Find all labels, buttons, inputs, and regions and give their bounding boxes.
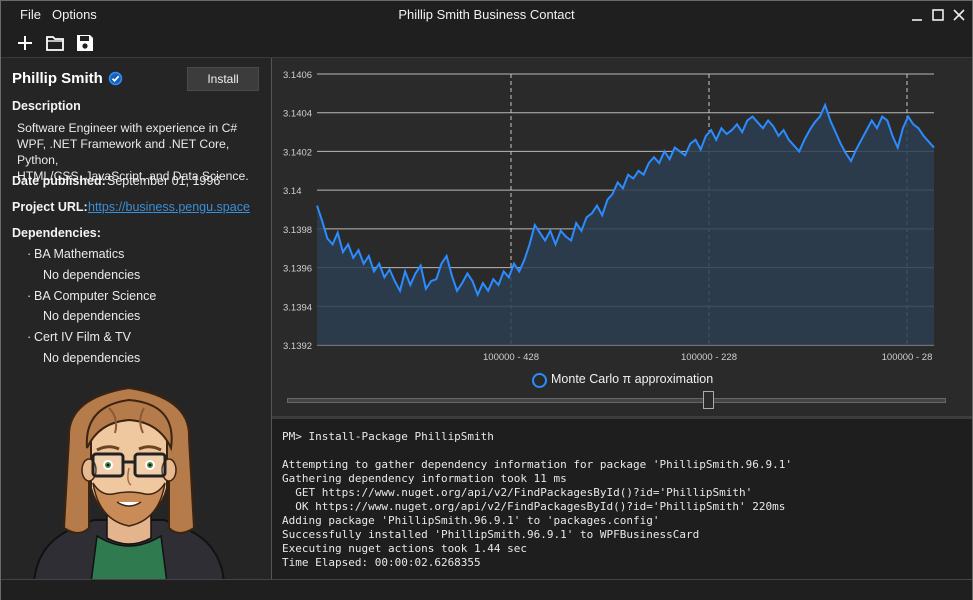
dependency-bullet: · bbox=[27, 330, 32, 344]
save-icon[interactable] bbox=[74, 32, 96, 54]
dependency-detail: No dependencies bbox=[43, 268, 141, 282]
description-line: WPF, .NET Framework and .NET Core, Pytho… bbox=[17, 137, 230, 167]
main-window: File Options Phillip Smith Business Cont… bbox=[0, 0, 973, 600]
package-manager-console[interactable]: PM> Install-Package PhillipSmith Attempt… bbox=[272, 419, 972, 579]
project-url-link[interactable]: https://business.pengu.space bbox=[88, 200, 250, 214]
dependency-bullet: · bbox=[27, 247, 32, 261]
profile-panel: Phillip Smith Install Description Softwa… bbox=[1, 58, 272, 579]
avatar bbox=[33, 386, 225, 579]
dependencies-label: Dependencies: bbox=[12, 226, 101, 240]
dependency-detail: No dependencies bbox=[43, 351, 141, 365]
status-bar bbox=[1, 579, 972, 600]
legend-marker bbox=[532, 373, 547, 388]
plus-icon[interactable] bbox=[14, 32, 36, 54]
dependency-detail: No dependencies bbox=[43, 309, 141, 323]
date-value: September 01, 1996 bbox=[107, 174, 221, 188]
description-label: Description bbox=[12, 99, 81, 113]
url-label: Project URL: bbox=[12, 200, 88, 214]
dependency-bullet: · bbox=[27, 289, 32, 303]
console-line: Time Elapsed: 00:00:02.6268355 bbox=[282, 556, 481, 569]
date-label: Date published: bbox=[12, 174, 106, 188]
console-line: GET https://www.nuget.org/api/v2/FindPac… bbox=[282, 486, 753, 499]
chart-panel bbox=[272, 58, 972, 416]
maximize-icon[interactable] bbox=[927, 5, 949, 25]
verified-icon bbox=[108, 71, 123, 86]
console-line: Attempting to gather dependency informat… bbox=[282, 458, 792, 471]
minimize-icon[interactable] bbox=[906, 5, 928, 25]
console-line: Successfully installed 'PhillipSmith.96.… bbox=[282, 528, 700, 541]
menu-options[interactable]: Options bbox=[52, 7, 97, 22]
folder-icon[interactable] bbox=[44, 32, 66, 54]
console-line: PM> Install-Package PhillipSmith bbox=[282, 430, 494, 443]
toolbar bbox=[1, 29, 972, 58]
title-bar: File Options Phillip Smith Business Cont… bbox=[1, 1, 972, 29]
dependency-name: BA Computer Science bbox=[34, 289, 157, 303]
console-line: Gathering dependency information took 11… bbox=[282, 472, 567, 485]
menu-file[interactable]: File bbox=[20, 7, 41, 22]
description-line: Software Engineer with experience in C# bbox=[17, 121, 238, 135]
install-button[interactable]: Install bbox=[187, 67, 259, 91]
dependency-name: Cert IV Film & TV bbox=[34, 330, 132, 344]
chart-slider-track[interactable] bbox=[287, 398, 946, 403]
dependency-name: BA Mathematics bbox=[34, 247, 125, 261]
profile-name: Phillip Smith bbox=[12, 70, 103, 87]
window-title: Phillip Smith Business Contact bbox=[398, 7, 575, 22]
console-line: Adding package 'PhillipSmith.96.9.1' to … bbox=[282, 514, 660, 527]
chart-slider-thumb[interactable] bbox=[703, 391, 714, 409]
console-line: OK https://www.nuget.org/api/v2/FindPack… bbox=[282, 500, 786, 513]
legend-label: Monte Carlo π approximation bbox=[551, 372, 714, 386]
console-line: Executing nuget actions took 1.44 sec bbox=[282, 542, 528, 555]
close-icon[interactable] bbox=[948, 5, 970, 25]
